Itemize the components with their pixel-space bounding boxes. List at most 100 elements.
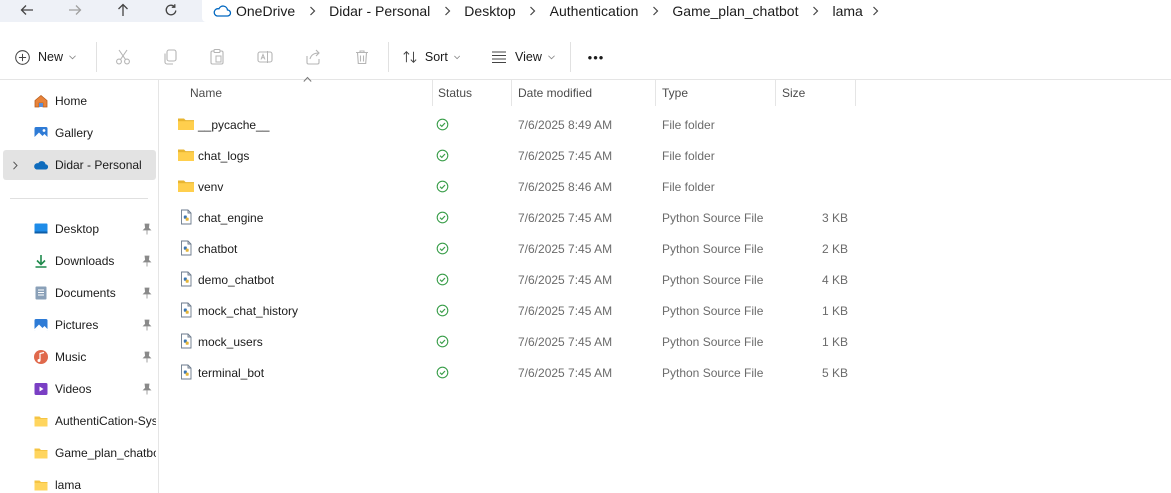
file-name[interactable]: __pycache__ <box>198 109 269 140</box>
sidebar-item-label: Documents <box>55 286 116 300</box>
breadcrumb-separator-icon[interactable] <box>798 1 832 21</box>
column-header-status[interactable]: Status <box>438 80 512 106</box>
column-separator[interactable] <box>511 80 512 106</box>
sidebar-item-label: Desktop <box>55 222 100 236</box>
refresh-icon <box>165 4 177 16</box>
breadcrumb-desktop[interactable]: Desktop <box>464 1 515 21</box>
pin-icon[interactable] <box>142 255 152 267</box>
file-name[interactable]: chat_logs <box>198 140 249 171</box>
chevron-down-icon <box>69 54 76 59</box>
column-header-name[interactable]: Name <box>190 80 430 106</box>
breadcrumb-didar-personal[interactable]: Didar - Personal <box>329 1 430 21</box>
file-name[interactable]: mock_chat_history <box>198 295 298 326</box>
sidebar-item-lama[interactable]: lama <box>0 470 156 493</box>
file-name[interactable]: venv <box>198 171 223 202</box>
file-name[interactable]: mock_users <box>198 326 263 357</box>
column-separator[interactable] <box>775 80 776 106</box>
sidebar-item-downloads[interactable]: Downloads <box>0 246 156 276</box>
sidebar-item-didar-personal[interactable]: Didar - Personal <box>3 150 156 180</box>
gallery-icon <box>33 125 49 141</box>
sidebar-item-music[interactable]: Music <box>0 342 156 372</box>
sidebar-item-authentication-sys[interactable]: AuthentiCation-Sys <box>0 406 156 436</box>
refresh-button[interactable] <box>158 0 184 20</box>
file-row[interactable]: __pycache__ 7/6/2025 8:49 AM File folder <box>170 109 860 140</box>
column-separator[interactable] <box>655 80 656 106</box>
share-icon <box>306 49 320 65</box>
documents-icon <box>33 285 49 301</box>
sidebar-item-label: Gallery <box>55 126 94 140</box>
more-options-button[interactable]: ••• <box>582 41 610 73</box>
file-name[interactable]: demo_chatbot <box>198 264 274 295</box>
copy-button[interactable] <box>157 41 183 73</box>
python-file-icon <box>177 302 195 318</box>
column-header-size[interactable]: Size <box>782 80 854 106</box>
sidebar-item-desktop[interactable]: Desktop <box>0 214 156 244</box>
breadcrumb-authentication[interactable]: Authentication <box>550 1 639 21</box>
videos-icon <box>33 381 49 397</box>
breadcrumb-onedrive[interactable]: OneDrive <box>236 1 295 21</box>
back-button[interactable] <box>14 0 40 20</box>
pin-icon[interactable] <box>142 319 152 331</box>
breadcrumb-game-plan-chatbot[interactable]: Game_plan_chatbot <box>672 1 798 21</box>
file-date-modified: 7/6/2025 7:45 AM <box>518 210 613 225</box>
view-button[interactable]: View <box>490 41 556 73</box>
file-date-modified: 7/6/2025 7:45 AM <box>518 303 613 318</box>
file-name[interactable]: chatbot <box>198 233 237 264</box>
file-row[interactable]: chatbot 7/6/2025 7:45 AM Python Source Fil… <box>170 233 860 264</box>
breadcrumb-separator-icon[interactable] <box>430 1 464 21</box>
file-name[interactable]: chat_engine <box>198 202 263 233</box>
column-separator[interactable] <box>855 80 856 106</box>
file-row[interactable]: chat_engine 7/6/2025 7:45 AM Python Source… <box>170 202 860 233</box>
pin-icon[interactable] <box>142 287 152 299</box>
sync-status-available-icon <box>436 335 449 348</box>
file-row[interactable]: mock_users 7/6/2025 7:45 AM Python Source … <box>170 326 860 357</box>
file-row[interactable]: terminal_bot 7/6/2025 7:45 AM Python Sourc… <box>170 357 860 388</box>
download-icon <box>33 253 49 269</box>
column-header-type[interactable]: Type <box>662 80 774 106</box>
file-row[interactable]: demo_chatbot 7/6/2025 7:45 AM Python Sourc… <box>170 264 860 295</box>
command-divider <box>96 42 97 72</box>
new-button[interactable]: New <box>14 41 84 73</box>
sidebar-item-game-plan-chatbot[interactable]: Game_plan_chatbo <box>0 438 156 468</box>
address-bar[interactable]: OneDrive Didar - Personal Desktop Authen… <box>202 0 1171 22</box>
sidebar-item-pictures[interactable]: Pictures <box>0 310 156 340</box>
arrow-left-icon <box>20 5 33 15</box>
pin-icon[interactable] <box>142 383 152 395</box>
forward-button[interactable] <box>62 0 88 20</box>
rename-button[interactable] <box>252 41 278 73</box>
sidebar-item-label: Game_plan_chatbo <box>55 446 156 460</box>
file-row[interactable]: chat_logs 7/6/2025 7:45 AM File folder <box>170 140 860 171</box>
cut-button[interactable] <box>110 41 136 73</box>
sidebar-item-home[interactable]: Home <box>0 86 156 116</box>
sync-status-available-icon <box>436 242 449 255</box>
share-button[interactable] <box>300 41 326 73</box>
breadcrumb-separator-icon[interactable] <box>863 1 889 21</box>
sort-button[interactable]: Sort <box>402 41 460 73</box>
breadcrumb-separator-icon[interactable] <box>295 1 329 21</box>
file-row[interactable]: mock_chat_history 7/6/2025 7:45 AM Python … <box>170 295 860 326</box>
delete-button[interactable] <box>349 41 375 73</box>
file-row[interactable]: venv 7/6/2025 8:46 AM File folder <box>170 171 860 202</box>
column-header-date-modified[interactable]: Date modified <box>518 80 654 106</box>
onedrive-icon <box>33 157 49 173</box>
file-date-modified: 7/6/2025 7:45 AM <box>518 272 613 287</box>
onedrive-cloud-icon <box>212 4 232 18</box>
file-size <box>770 109 848 140</box>
file-name[interactable]: terminal_bot <box>198 357 264 388</box>
pin-icon[interactable] <box>142 223 152 235</box>
column-separator[interactable] <box>432 80 433 106</box>
sidebar-item-documents[interactable]: Documents <box>0 278 156 308</box>
command-divider <box>570 42 571 72</box>
sidebar-item-videos[interactable]: Videos <box>0 374 156 404</box>
paste-button[interactable] <box>204 41 230 73</box>
view-list-icon <box>492 51 506 64</box>
sidebar-item-gallery[interactable]: Gallery <box>0 118 156 148</box>
python-file-icon <box>177 240 195 256</box>
sidebar-item-label: Pictures <box>55 318 99 332</box>
expand-chevron-icon[interactable] <box>10 160 20 170</box>
breadcrumb-separator-icon[interactable] <box>516 1 550 21</box>
pin-icon[interactable] <box>142 351 152 363</box>
breadcrumb-lama[interactable]: lama <box>832 1 862 21</box>
up-button[interactable] <box>110 0 136 20</box>
breadcrumb-separator-icon[interactable] <box>638 1 672 21</box>
